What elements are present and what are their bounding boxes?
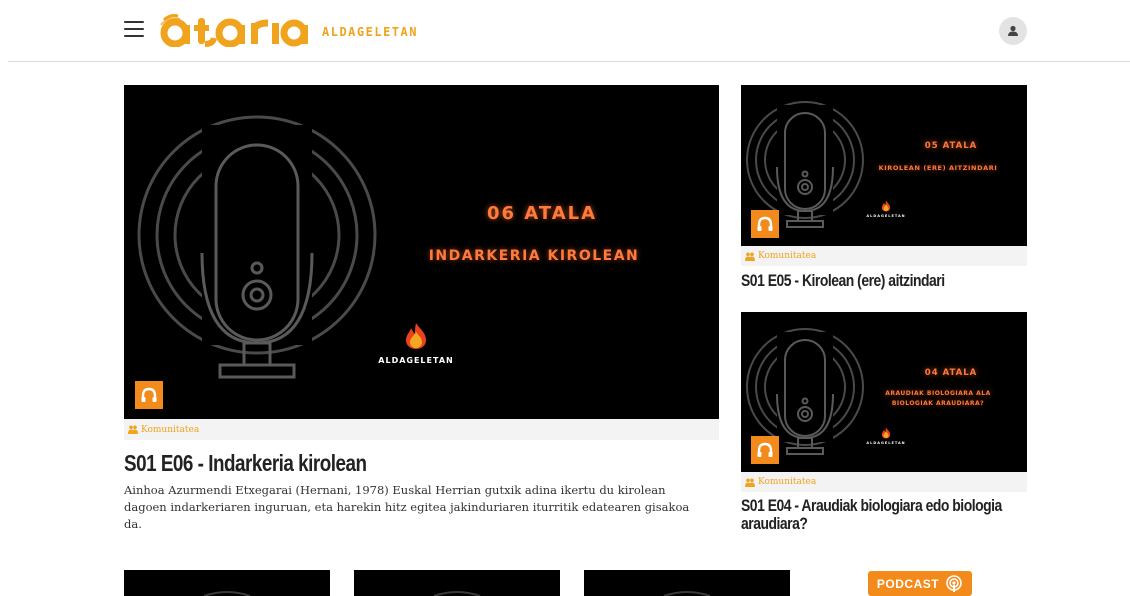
featured-episode-description: Ainhoa Azurmendi Etxegarai (Hernani, 197… bbox=[124, 483, 690, 531]
podcast-icon bbox=[946, 574, 962, 592]
brand-mark: ALDAGELETAN bbox=[376, 322, 456, 365]
podcast-button[interactable]: PODCAST bbox=[868, 571, 972, 596]
episode-thumbnail[interactable]: 04 ATALA ARAUDIAK BIOLOGIARA ALA BIOLOGI… bbox=[741, 312, 1027, 472]
community-icon bbox=[745, 252, 755, 261]
community-icon bbox=[128, 425, 138, 434]
header-divider bbox=[8, 61, 1130, 62]
featured-episode-title[interactable]: S01 E06 - Indarkeria kirolean bbox=[124, 450, 612, 477]
category-label: Komunitatea bbox=[758, 251, 817, 261]
thumb-episode-label: 05 ATALA bbox=[924, 141, 978, 151]
flame-icon bbox=[881, 200, 891, 212]
category-tag[interactable]: Komunitatea bbox=[741, 246, 1027, 266]
thumb-topic-label: KIROLEAN (ERE) AITZINDARI bbox=[878, 164, 998, 172]
episode-card[interactable]: 05 ATALA KIROLEAN (ERE) AITZINDARI ALDAG… bbox=[741, 85, 1027, 291]
featured-episode-card[interactable]: 06 ATALA INDARKERIA KIROLEAN ALDAGELETAN… bbox=[124, 85, 719, 533]
community-icon bbox=[745, 478, 755, 487]
thumb-brand-label: ALDAGELETAN bbox=[866, 214, 906, 218]
flame-icon bbox=[881, 427, 891, 439]
episode-thumbnail[interactable]: 05 ATALA KIROLEAN (ERE) AITZINDARI ALDAG… bbox=[741, 85, 1027, 246]
episode-thumbnail[interactable] bbox=[584, 570, 790, 596]
ataria-logo-icon bbox=[160, 14, 308, 47]
thumb-episode-label: 06 ATALA bbox=[486, 203, 598, 224]
thumb-brand-label: ALDAGELETAN bbox=[378, 356, 454, 365]
hamburger-icon[interactable] bbox=[124, 21, 144, 37]
thumb-brand-label: ALDAGELETAN bbox=[866, 441, 906, 445]
thumb-topic-label: INDARKERIA KIROLEAN bbox=[428, 248, 640, 264]
flame-icon bbox=[406, 323, 426, 349]
featured-thumbnail[interactable]: 06 ATALA INDARKERIA KIROLEAN ALDAGELETAN bbox=[124, 85, 719, 419]
headphones-badge bbox=[751, 436, 779, 464]
headphones-badge bbox=[751, 210, 779, 238]
episode-title[interactable]: S01 E04 - Araudiak biologiara edo biolog… bbox=[741, 497, 1012, 533]
site-header: ALDAGELETAN bbox=[0, 0, 1130, 62]
microphone-icon bbox=[433, 591, 481, 596]
category-tag[interactable]: Komunitatea bbox=[124, 419, 719, 440]
episode-title[interactable]: S01 E05 - Kirolean (ere) aitzindari bbox=[741, 271, 976, 291]
brand-mark: ALDAGELETAN bbox=[863, 200, 909, 218]
category-label: Komunitatea bbox=[141, 424, 200, 435]
episode-thumbnail[interactable] bbox=[354, 570, 560, 596]
headphones-icon bbox=[757, 442, 773, 457]
logo-subtitle: ALDAGELETAN bbox=[322, 25, 418, 39]
category-tag[interactable]: Komunitatea bbox=[741, 472, 1027, 492]
user-icon bbox=[1008, 25, 1018, 36]
user-account-button[interactable] bbox=[999, 17, 1027, 45]
thumb-topic-label-line2: BIOLOGIAK ARAUDIARA? bbox=[891, 400, 985, 407]
episode-card[interactable]: 04 ATALA ARAUDIAK BIOLOGIARA ALA BIOLOGI… bbox=[741, 312, 1027, 533]
thumb-topic-label-line1: ARAUDIAK BIOLOGIARA ALA bbox=[885, 390, 991, 397]
brand-mark: ALDAGELETAN bbox=[863, 427, 909, 445]
site-logo[interactable]: ALDAGELETAN bbox=[158, 13, 418, 47]
thumb-episode-label: 04 ATALA bbox=[924, 368, 978, 378]
microphone-icon bbox=[203, 591, 251, 596]
episode-thumbnail[interactable] bbox=[124, 570, 330, 596]
category-label: Komunitatea bbox=[758, 477, 817, 487]
headphones-icon bbox=[141, 387, 157, 402]
microphone-icon bbox=[663, 591, 711, 596]
headphones-icon bbox=[757, 216, 773, 231]
headphones-badge bbox=[135, 381, 163, 409]
podcast-button-label: PODCAST bbox=[876, 576, 940, 591]
